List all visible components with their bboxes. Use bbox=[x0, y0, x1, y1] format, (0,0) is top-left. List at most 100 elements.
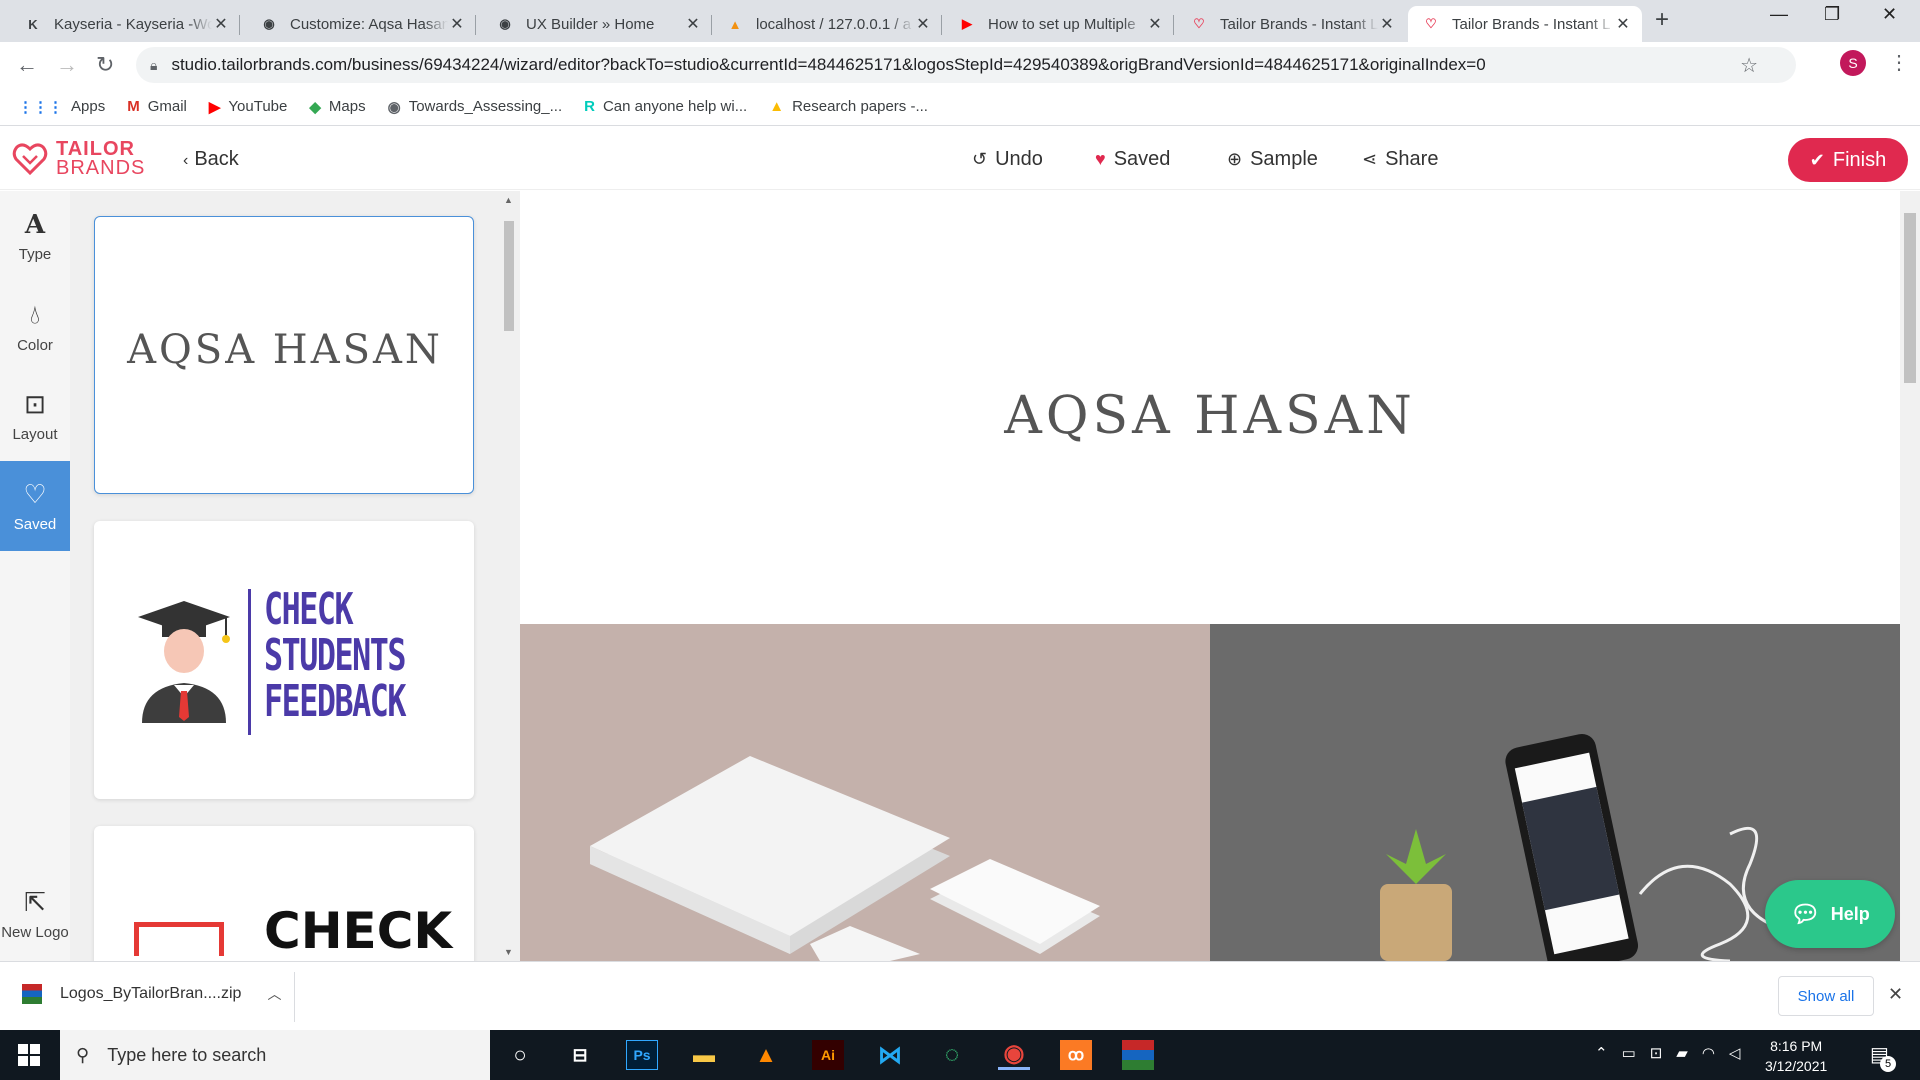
task-view-icon[interactable]: ⊟ bbox=[564, 1040, 596, 1070]
scrollbar-thumb[interactable] bbox=[1904, 213, 1916, 383]
bookmark-researchgate[interactable]: R Can anyone help wi... bbox=[584, 98, 747, 115]
reload-icon[interactable]: ↻ bbox=[96, 52, 114, 78]
heart-icon: ♥ bbox=[1095, 149, 1106, 169]
stationery-mockup-image bbox=[590, 756, 1100, 961]
url-text[interactable]: studio.tailorbrands.com/business/6943422… bbox=[171, 55, 1485, 75]
phpmyadmin-icon: ▲ bbox=[728, 16, 742, 32]
minimize-icon[interactable]: — bbox=[1770, 4, 1788, 25]
logo-card-aqsa-hasan[interactable]: AQSA HASAN bbox=[94, 216, 474, 494]
kayseria-icon: K bbox=[28, 16, 38, 32]
researchgate-icon: R bbox=[584, 98, 595, 115]
tailor-brands-icon: ♡ bbox=[1193, 16, 1205, 31]
heart-outline-icon: ♡ bbox=[23, 479, 47, 509]
saved-button[interactable]: ♥ Saved bbox=[1095, 148, 1170, 171]
nav-layout[interactable]: ⊡ Layout bbox=[0, 371, 70, 461]
logo-mark-partial bbox=[134, 922, 224, 956]
profile-avatar[interactable]: S bbox=[1840, 50, 1866, 76]
bookmark-research-papers[interactable]: ▲ Research papers -... bbox=[769, 98, 928, 115]
close-icon[interactable]: ✕ bbox=[1378, 14, 1396, 34]
bookmark-gmail[interactable]: M Gmail bbox=[127, 98, 187, 115]
bookmark-apps[interactable]: ⋮⋮⋮ Apps bbox=[18, 98, 105, 116]
cortana-icon[interactable]: ○ bbox=[504, 1040, 536, 1070]
url-bar[interactable]: 🔒︎ studio.tailorbrands.com/business/6943… bbox=[136, 47, 1796, 83]
page-scrollbar[interactable] bbox=[1900, 191, 1920, 961]
share-button[interactable]: ⋖ Share bbox=[1362, 148, 1438, 171]
menu-kebab-icon[interactable]: ⋮ bbox=[1889, 50, 1909, 75]
xampp-icon[interactable]: ꝏ bbox=[1060, 1040, 1092, 1070]
download-item[interactable]: Logos_ByTailorBran....zip ︿ bbox=[22, 984, 281, 1004]
close-icon[interactable]: ✕ bbox=[1614, 14, 1632, 34]
close-icon[interactable]: ✕ bbox=[212, 14, 230, 34]
vlc-icon[interactable]: ▲ bbox=[750, 1040, 782, 1070]
browser-tab-active[interactable]: ♡ Tailor Brands - Instant L ✕ bbox=[1408, 6, 1642, 42]
winrar-icon[interactable] bbox=[1122, 1040, 1154, 1070]
logo-card-text: AQSA HASAN bbox=[127, 327, 443, 373]
archive-icon bbox=[22, 984, 42, 1004]
google-drive-icon: ▲ bbox=[769, 98, 785, 115]
back-button[interactable]: ‹ Back bbox=[183, 148, 239, 171]
scroll-up-icon[interactable]: ▲ bbox=[504, 195, 513, 205]
layout-icon: ⊡ bbox=[24, 389, 46, 419]
globe-icon: ◉ bbox=[499, 16, 511, 31]
help-button[interactable]: 💬︎ Help bbox=[1765, 880, 1895, 948]
type-icon: A bbox=[24, 209, 46, 240]
sync-app-icon[interactable]: ◌ bbox=[936, 1040, 968, 1070]
undo-button[interactable]: ↺ Undo bbox=[972, 148, 1043, 171]
taskbar-search[interactable]: ⚲ Type here to search bbox=[60, 1030, 490, 1080]
bookmark-maps[interactable]: ◆ Maps bbox=[309, 98, 365, 116]
browser-tab-strip: K Kayseria - Kayseria -Wo ✕ ◉ Customize: Aq… bbox=[0, 0, 1920, 42]
bookmark-youtube[interactable]: ▶ YouTube bbox=[209, 98, 288, 116]
back-arrow-icon[interactable]: ← bbox=[16, 52, 38, 78]
browser-tab[interactable]: K Kayseria - Kayseria -Wo ✕ bbox=[10, 6, 240, 42]
logo-card-check-students-feedback[interactable]: CHECK STUDENTS FEEDBACK bbox=[94, 521, 474, 799]
nav-new-logo[interactable]: ⇱ New Logo bbox=[0, 869, 70, 959]
star-icon[interactable]: ☆ bbox=[1740, 53, 1758, 78]
taskbar-clock[interactable]: 8:16 PM 3/12/2021 bbox=[1765, 1036, 1827, 1076]
system-tray-icons[interactable]: ⌃▭⊡▰◠◁ bbox=[1595, 1044, 1754, 1062]
close-icon[interactable]: ✕ bbox=[684, 14, 702, 34]
restore-icon[interactable]: ❐ bbox=[1824, 4, 1840, 25]
close-icon[interactable]: ✕ bbox=[914, 14, 932, 34]
logo-card-text: CHECK bbox=[264, 902, 453, 960]
browser-tab[interactable]: ▲ localhost / 127.0.0.1 / a ✕ bbox=[712, 6, 942, 42]
illustrator-icon[interactable]: Ai bbox=[812, 1040, 844, 1070]
chat-bubble-icon: 💬︎ bbox=[1790, 900, 1821, 928]
brand-name-preview: AQSA HASAN bbox=[1004, 386, 1416, 446]
finish-button[interactable]: ✔ Finish bbox=[1788, 138, 1908, 182]
nav-color[interactable]: 💧︎ Color bbox=[0, 281, 70, 371]
new-tab-icon[interactable]: + bbox=[1655, 6, 1669, 34]
nav-saved[interactable]: ♡ Saved bbox=[0, 461, 70, 551]
globe-icon: ◉ bbox=[263, 16, 275, 31]
checkmark-icon: ✔ bbox=[1809, 149, 1825, 170]
logo-preview-canvas: AQSA HASAN bbox=[520, 191, 1900, 961]
browser-tab[interactable]: ◉ UX Builder » Home ✕ bbox=[482, 6, 712, 42]
nav-type[interactable]: A Type bbox=[0, 191, 70, 281]
close-icon[interactable]: ✕ bbox=[448, 14, 466, 34]
vscode-icon[interactable]: ⋈ bbox=[874, 1040, 906, 1070]
tailor-brands-logo[interactable]: TAILOR BRANDS bbox=[12, 139, 145, 178]
scroll-down-icon[interactable]: ▼ bbox=[504, 947, 513, 957]
logo-divider bbox=[248, 589, 251, 735]
close-icon[interactable]: ✕ bbox=[1146, 14, 1164, 34]
browser-tab[interactable]: ♡ Tailor Brands - Instant L ✕ bbox=[1176, 6, 1406, 42]
chrome-icon[interactable]: ◉ bbox=[998, 1040, 1030, 1070]
windows-start-icon[interactable] bbox=[18, 1044, 40, 1066]
chevron-up-icon[interactable]: ︿ bbox=[267, 984, 281, 1004]
sample-button[interactable]: ⊕ Sample bbox=[1227, 148, 1318, 171]
close-icon[interactable]: ✕ bbox=[1888, 984, 1903, 1005]
show-all-button[interactable]: Show all bbox=[1778, 976, 1874, 1016]
undo-icon: ↺ bbox=[972, 149, 988, 169]
logo-card-check[interactable]: CHECK bbox=[94, 826, 474, 961]
browser-tab[interactable]: ◉ Customize: Aqsa Hasan ✕ bbox=[246, 6, 476, 42]
bookmark-towards-assessing[interactable]: ◉ Towards_Assessing_... bbox=[388, 98, 563, 116]
scrollbar-thumb[interactable] bbox=[504, 221, 514, 331]
forward-arrow-icon[interactable]: → bbox=[56, 52, 78, 78]
photoshop-icon[interactable]: Ps bbox=[626, 1040, 658, 1070]
download-shelf: Logos_ByTailorBran....zip ︿ Show all ✕ bbox=[0, 961, 1920, 1030]
file-explorer-icon[interactable]: ▬ bbox=[688, 1040, 720, 1070]
panel-scrollbar[interactable]: ▲ ▼ bbox=[498, 191, 520, 961]
youtube-icon: ▶ bbox=[962, 16, 972, 31]
browser-tab[interactable]: ▶ How to set up Multiple ✕ bbox=[944, 6, 1174, 42]
editor-header: TAILOR BRANDS ‹ Back ↺ Undo ♥ Saved ⊕ Sample … bbox=[0, 128, 1920, 190]
close-window-icon[interactable]: ✕ bbox=[1882, 4, 1897, 25]
